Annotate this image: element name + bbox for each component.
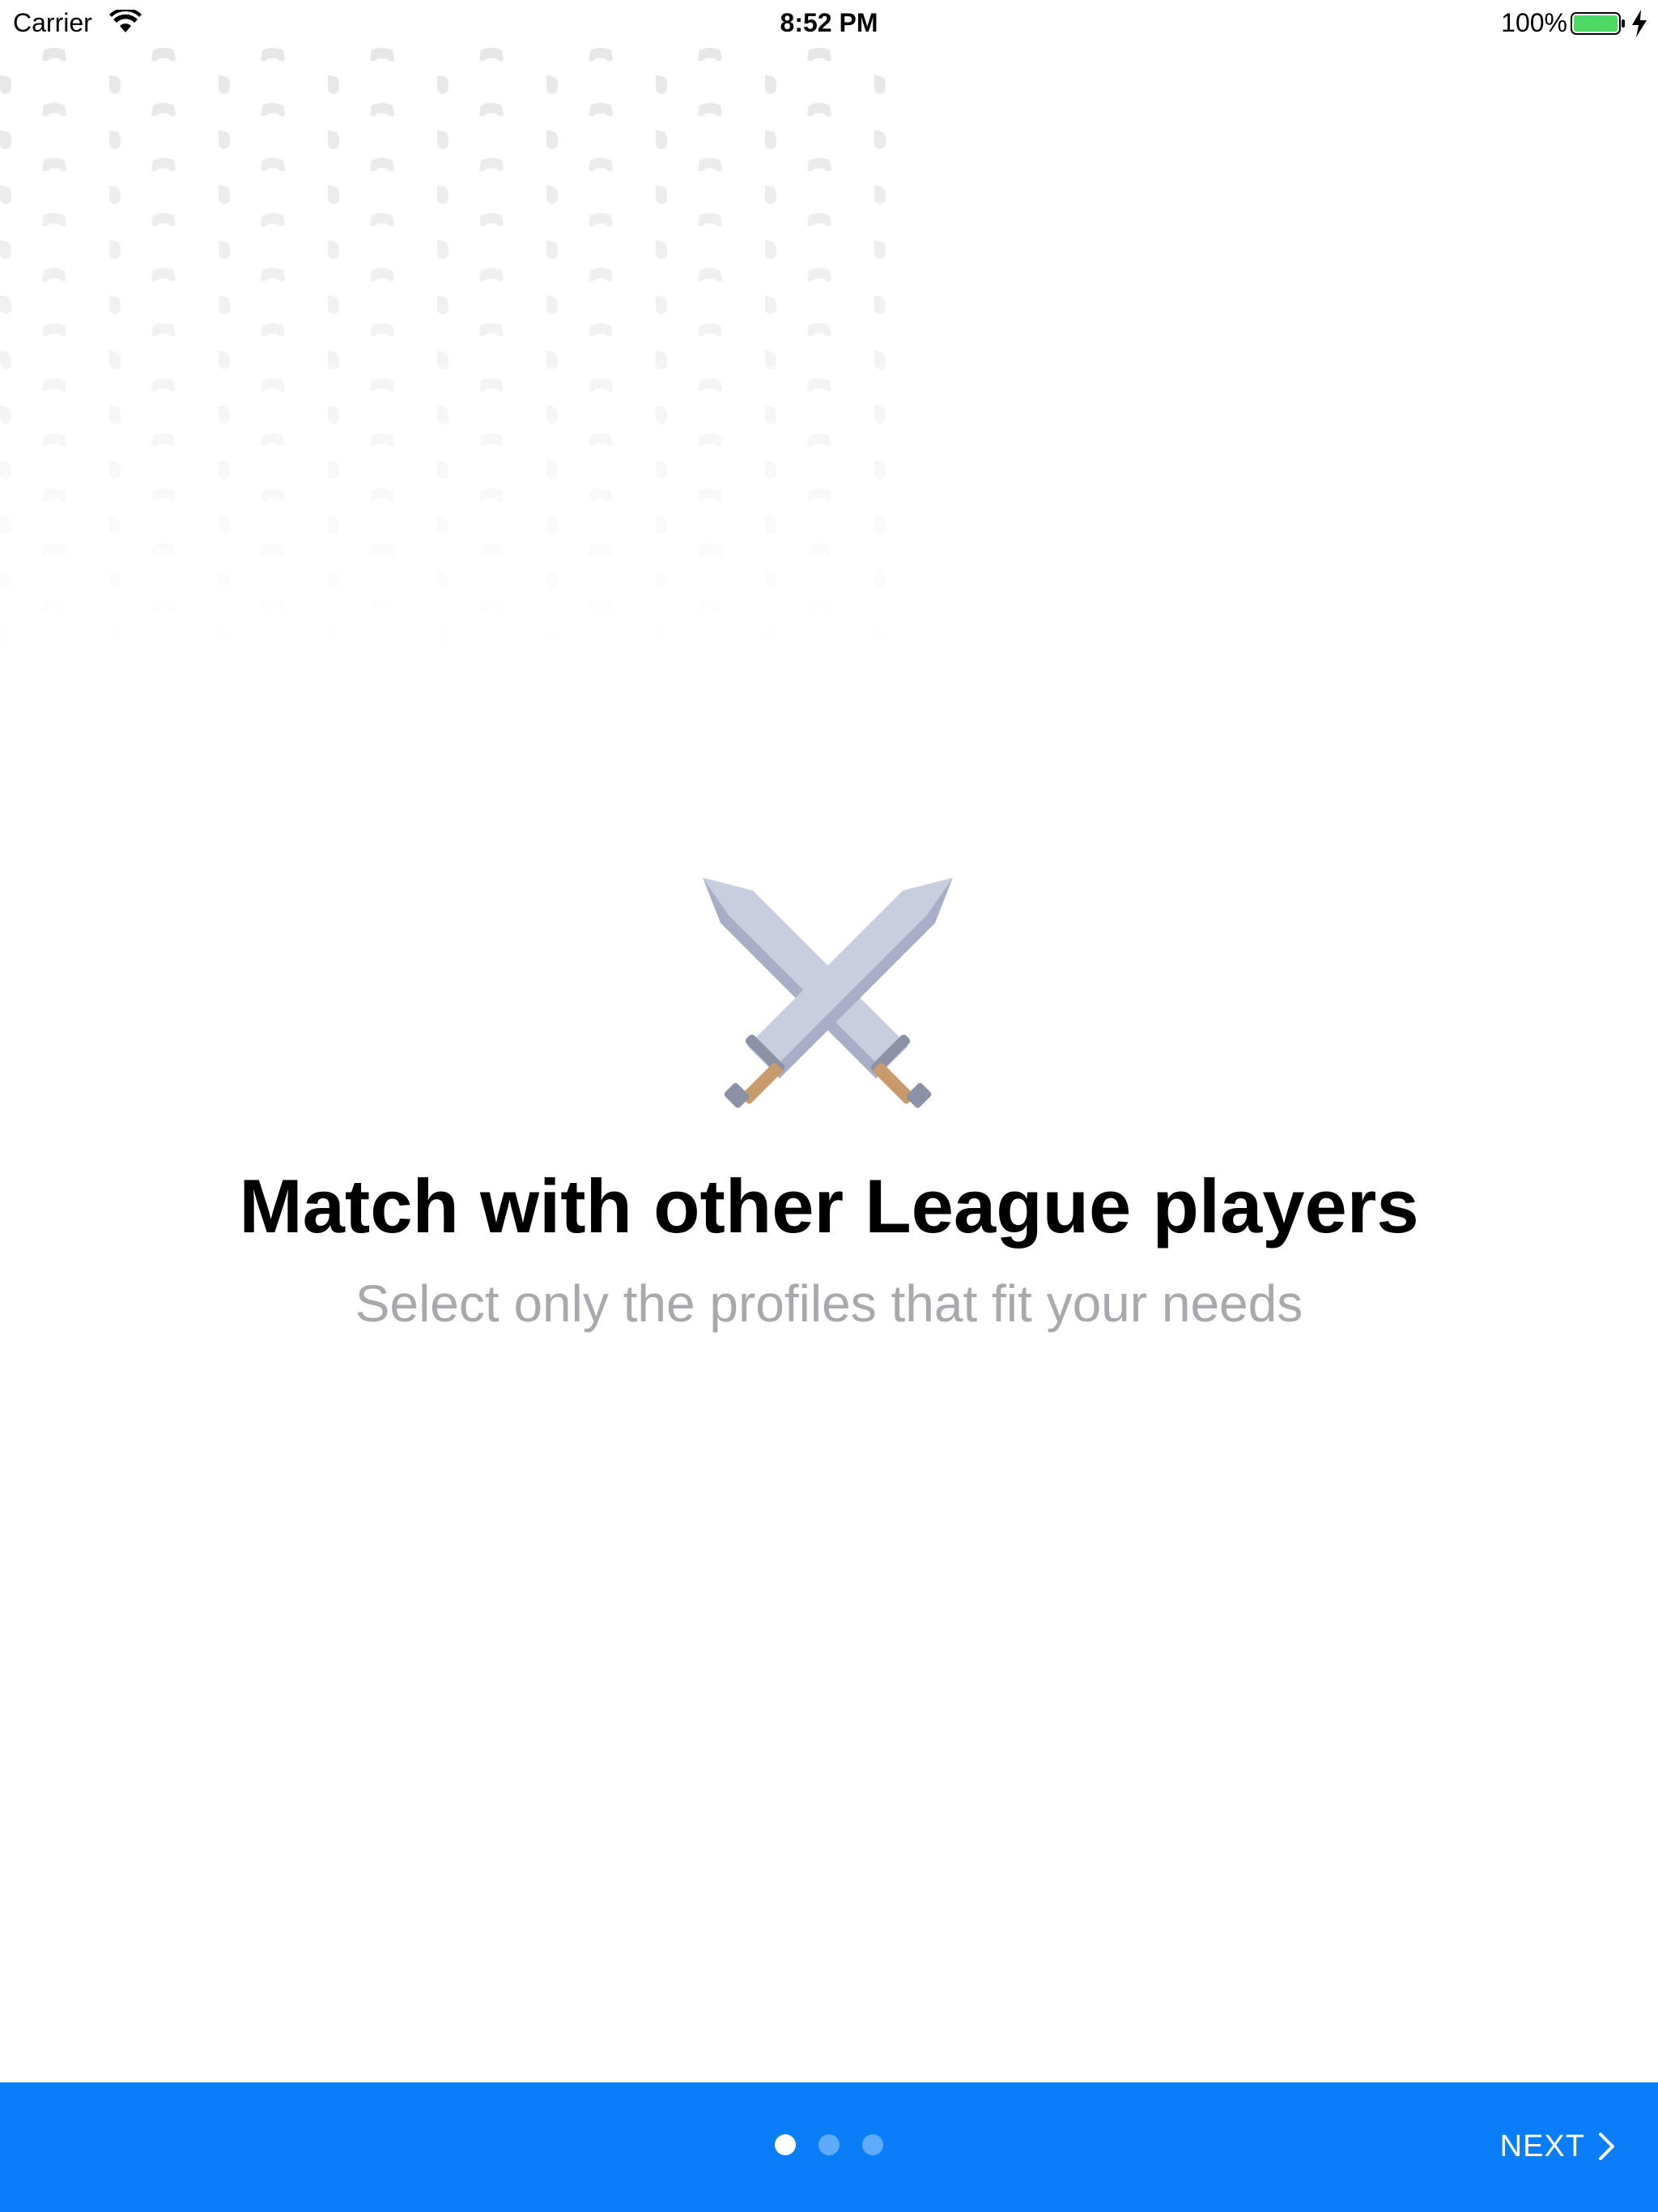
page-dot-2[interactable] <box>818 2134 840 2155</box>
chevron-right-icon <box>1599 2133 1614 2160</box>
next-button[interactable]: NEXT <box>1500 2118 1618 2175</box>
clock: 8:52 PM <box>780 8 878 37</box>
battery-icon <box>1571 12 1625 35</box>
page-title: Match with other League players <box>239 1163 1419 1249</box>
status-bar: Carrier 8:52 PM 100% <box>0 0 1658 45</box>
page-dot-1[interactable] <box>775 2134 796 2155</box>
charging-icon <box>1632 10 1647 37</box>
crossed-swords-icon <box>703 878 953 1108</box>
page-dot-3[interactable] <box>862 2134 883 2155</box>
next-button-label: NEXT <box>1499 2129 1585 2163</box>
controller-pattern-background <box>0 45 891 677</box>
page-indicator[interactable] <box>0 2134 1658 2159</box>
battery-percentage: 100% <box>1501 8 1567 37</box>
page-subtitle: Select only the profiles that fit your n… <box>355 1274 1303 1333</box>
